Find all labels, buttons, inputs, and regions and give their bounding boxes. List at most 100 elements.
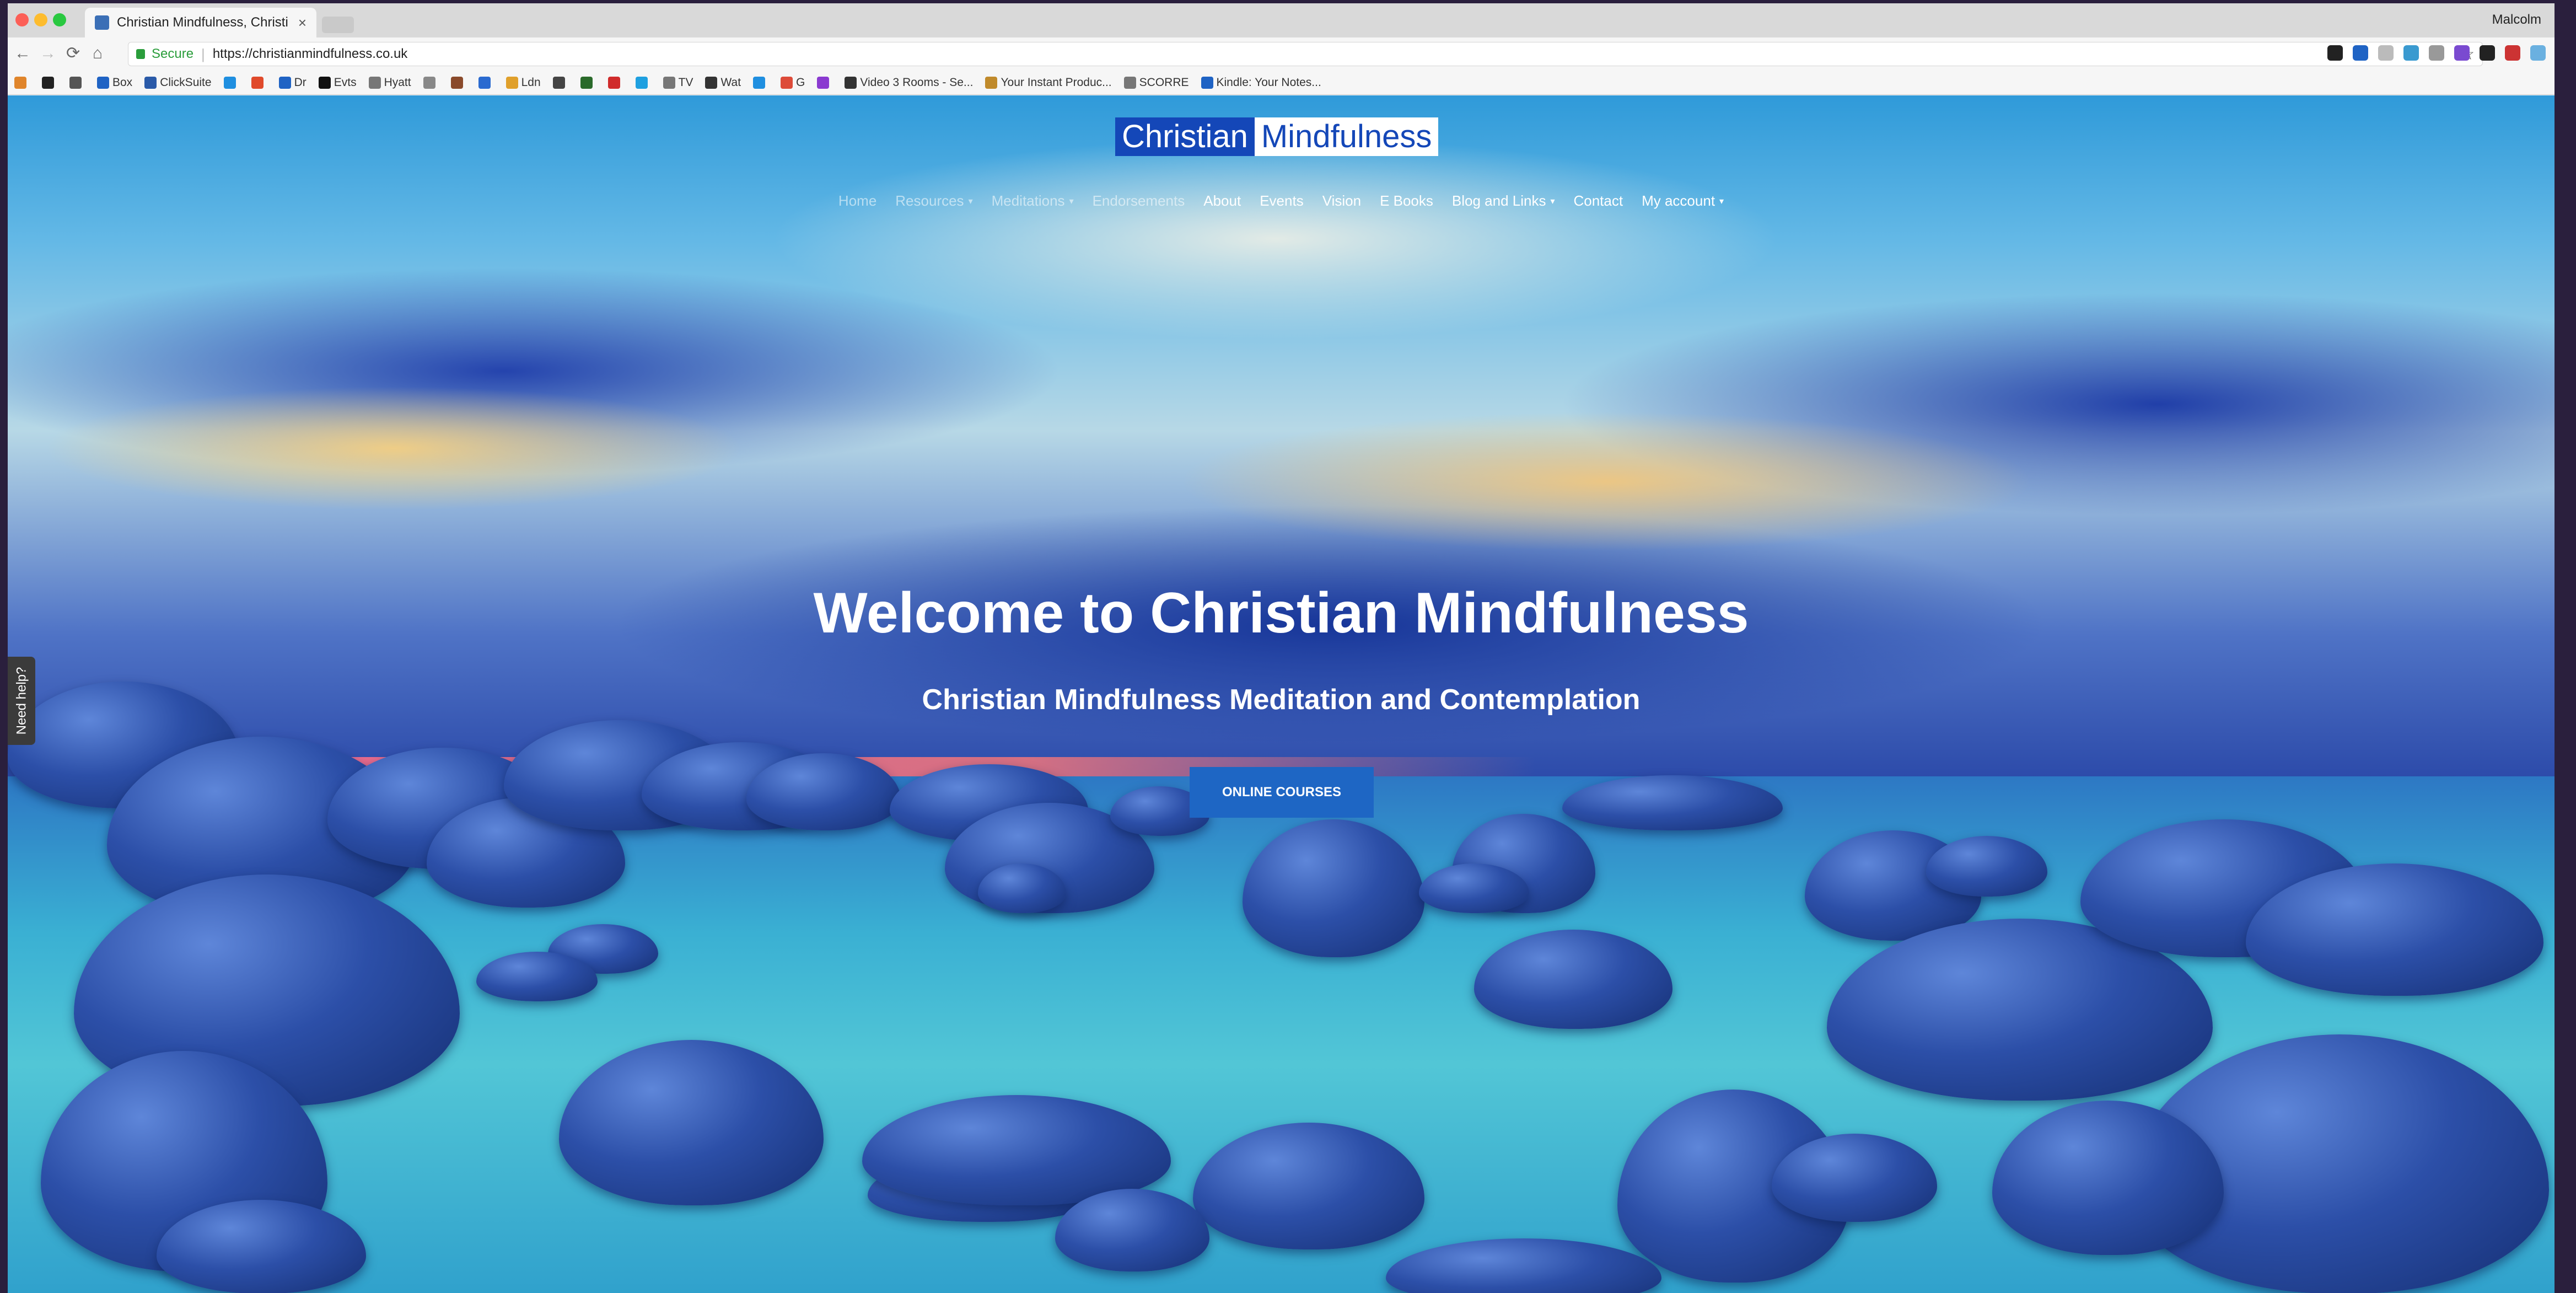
bookmark-item[interactable]: Video 3 Rooms - Se... [845,76,973,89]
nav-item-vision[interactable]: Vision [1322,192,1361,210]
bookmark-item[interactable]: Ldn [505,76,541,89]
bookmark-favicon-icon [985,76,998,89]
bookmark-favicon-icon [14,76,26,89]
bookmark-item[interactable] [552,76,568,89]
browser-toolbar: ← → ⟳ ⌂ Secure | https://christianmindfu… [8,37,2555,71]
hero-title: Welcome to Christian Mindfulness [813,581,1749,645]
bookmark-favicon-icon [505,76,518,89]
bookmark-label: ClickSuite [160,76,212,89]
bookmark-item[interactable] [251,76,267,89]
bookmark-label: SCORRE [1139,76,1189,89]
nav-item-blog-and-links[interactable]: Blog and Links ▾ [1452,192,1555,210]
hero-subtitle: Christian Mindfulness Meditation and Con… [922,684,1641,716]
bookmark-item[interactable]: SCORRE [1123,76,1189,89]
profile-name[interactable]: Malcolm [2492,12,2541,28]
bookmark-item[interactable] [42,76,57,89]
bookmark-item[interactable] [450,76,466,89]
extension-icon[interactable] [2378,45,2394,61]
need-help-label: Need help? [14,667,29,735]
bookmark-item[interactable] [478,76,494,89]
window-close-button[interactable] [15,13,29,26]
bookmark-label: Evts [334,76,357,89]
bookmark-item[interactable]: TV [663,76,693,89]
bookmark-item[interactable] [14,76,30,89]
online-courses-button[interactable]: ONLINE COURSES [1190,767,1374,818]
bookmark-favicon-icon [278,76,291,89]
reload-icon[interactable]: ⟳ [66,44,80,63]
bookmark-item[interactable]: Box [97,76,132,89]
bookmark-item[interactable] [817,76,832,89]
nav-item-label: Events [1260,192,1304,209]
nav-item-resources[interactable]: Resources ▾ [895,192,972,210]
bookmark-item[interactable]: ClickSuite [144,76,212,89]
extension-icon[interactable] [2530,45,2546,61]
bookmark-label: Wat [720,76,741,89]
bookmark-item[interactable] [635,76,651,89]
nav-item-contact[interactable]: Contact [1573,192,1623,210]
nav-item-label: Endorsements [1092,192,1185,209]
bookmark-favicon-icon [552,76,565,89]
back-icon[interactable]: ← [14,44,31,63]
nav-item-endorsements[interactable]: Endorsements [1093,192,1185,210]
nav-item-my-account[interactable]: My account ▾ [1642,192,1724,210]
browser-window: Christian Mindfulness, Christi × Malcolm… [8,3,2555,1293]
nav-item-meditations[interactable]: Meditations ▾ [992,192,1074,210]
nav-item-home[interactable]: Home [838,192,876,210]
extension-icon[interactable] [2353,45,2368,61]
bookmark-item[interactable]: Kindle: Your Notes... [1201,76,1321,89]
chevron-down-icon: ▾ [1069,196,1074,206]
nav-item-label: Vision [1322,192,1362,209]
bookmark-item[interactable] [580,76,596,89]
extension-icon[interactable] [2454,45,2470,61]
bookmark-item[interactable]: Your Instant Produc... [985,76,1112,89]
extension-icon[interactable] [2327,45,2343,61]
bookmark-favicon-icon [663,76,675,89]
bookmark-item[interactable] [69,76,85,89]
bookmark-favicon-icon [251,76,263,89]
need-help-tab[interactable]: Need help? [8,657,35,745]
bookmark-label: Video 3 Rooms - Se... [860,76,974,89]
url-text[interactable]: https://christianmindfulness.co.uk [213,46,408,62]
extension-icon[interactable] [2480,45,2495,61]
bookmark-item[interactable] [607,76,623,89]
bookmark-favicon-icon [781,76,793,89]
browser-tab[interactable]: Christian Mindfulness, Christi × [85,8,316,37]
bookmark-favicon-icon [845,76,857,89]
address-bar[interactable]: Secure | https://christianmindfulness.co… [128,42,2483,66]
home-icon[interactable]: ⌂ [93,44,103,63]
extension-icon[interactable] [2429,45,2444,61]
bookmark-item[interactable] [223,76,239,89]
bookmark-favicon-icon [607,76,620,89]
forward-icon[interactable]: → [40,44,56,63]
bookmark-label: Your Instant Produc... [1001,76,1112,89]
nav-item-label: Contact [1573,192,1623,209]
bookmark-label: Hyatt [384,76,411,89]
bookmark-item[interactable]: G [781,76,805,89]
bookmark-item[interactable] [423,76,439,89]
logo-part-mindfulness: Mindfulness [1254,117,1439,156]
bookmark-favicon-icon [42,76,54,89]
tab-close-icon[interactable]: × [298,14,306,31]
nav-item-e-books[interactable]: E Books [1380,192,1433,210]
bookmark-favicon-icon [144,76,157,89]
nav-item-events[interactable]: Events [1260,192,1304,210]
nav-item-label: Resources [895,192,964,209]
window-maximize-button[interactable] [53,13,66,26]
nav-item-about[interactable]: About [1203,192,1241,210]
new-tab-button[interactable] [322,17,354,33]
bookmark-favicon-icon [817,76,830,89]
bookmark-item[interactable]: Evts [318,76,357,89]
bookmark-item[interactable] [753,76,768,89]
bookmark-favicon-icon [318,76,331,89]
bookmark-label: Ldn [521,76,541,89]
nav-item-label: Home [838,192,877,209]
window-minimize-button[interactable] [34,13,47,26]
bookmark-label: TV [678,76,693,89]
extension-icon[interactable] [2403,45,2419,61]
site-logo[interactable]: Christian Mindfulness [1115,117,1439,156]
bookmark-item[interactable]: Dr [278,76,306,89]
extension-icon[interactable] [2505,45,2520,61]
bookmark-favicon-icon [635,76,648,89]
bookmark-item[interactable]: Wat [705,76,741,89]
bookmark-item[interactable]: Hyatt [368,76,411,89]
